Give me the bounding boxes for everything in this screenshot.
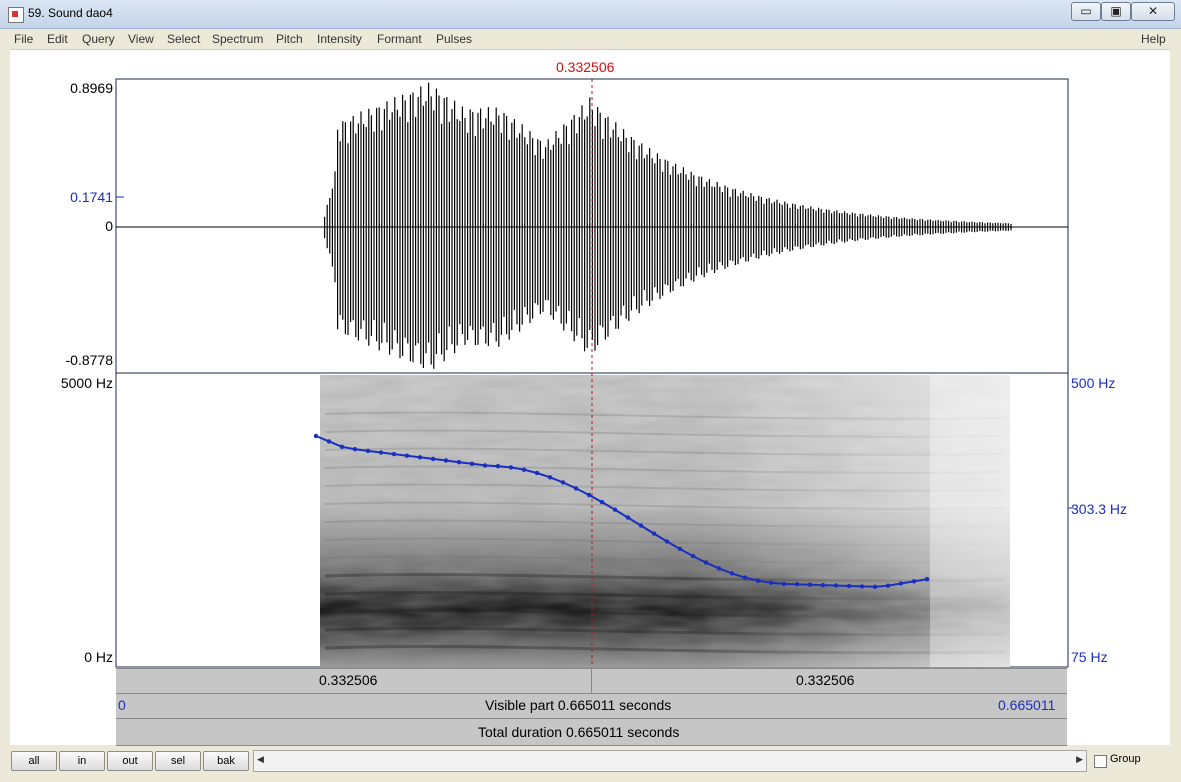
pitch-point bbox=[755, 578, 761, 583]
left-segment-duration[interactable]: 0.332506 bbox=[319, 672, 377, 688]
scroll-right-icon[interactable]: ▶ bbox=[1076, 754, 1083, 765]
right-segment-duration[interactable]: 0.332506 bbox=[796, 672, 854, 688]
waveform-zero-label: 0 bbox=[105, 218, 113, 234]
pitch-point bbox=[534, 470, 540, 476]
scroll-left-icon[interactable]: ◀ bbox=[257, 754, 264, 765]
pitch-point bbox=[560, 480, 566, 485]
pitch-top-label: 500 Hz bbox=[1071, 375, 1116, 391]
pitch-point bbox=[456, 460, 462, 465]
cursor-time-label: 0.332506 bbox=[556, 59, 615, 75]
visible-end-time: 0.665011 bbox=[998, 697, 1056, 713]
zoom-all-button[interactable]: all bbox=[11, 751, 57, 771]
group-checkbox[interactable] bbox=[1094, 755, 1107, 768]
pitch-point bbox=[495, 464, 501, 469]
total-duration-bar[interactable]: Total duration 0.665011 seconds bbox=[116, 718, 1067, 746]
pitch-point bbox=[768, 580, 774, 585]
spectrogram-top-label: 5000 Hz bbox=[60, 375, 113, 391]
pitch-point bbox=[313, 433, 319, 439]
pitch-point bbox=[365, 448, 371, 454]
pitch-point bbox=[391, 451, 397, 457]
zoom-in-button[interactable]: in bbox=[59, 751, 105, 771]
pitch-mid-label: 303.3 Hz bbox=[1071, 501, 1128, 517]
pitch-point bbox=[716, 566, 722, 571]
pitch-point bbox=[846, 583, 852, 589]
spectrogram-fade bbox=[320, 375, 1010, 667]
pitch-point bbox=[573, 486, 579, 491]
pitch-point bbox=[521, 467, 527, 472]
pitch-point bbox=[586, 492, 592, 498]
pitch-point bbox=[482, 463, 488, 468]
pitch-point bbox=[898, 581, 904, 586]
pitch-point bbox=[443, 458, 449, 463]
pitch-point bbox=[378, 450, 384, 455]
spectrogram-bottom-label: 0 Hz bbox=[84, 649, 113, 665]
pitch-point bbox=[638, 523, 644, 528]
pitch-point bbox=[794, 582, 800, 587]
pitch-point bbox=[729, 571, 735, 576]
pitch-point bbox=[833, 583, 839, 588]
visible-start-time: 0 bbox=[118, 697, 126, 713]
total-duration-label[interactable]: Total duration 0.665011 seconds bbox=[478, 724, 679, 740]
visible-part-bar[interactable]: 0 Visible part 0.665011 seconds 0.665011 bbox=[116, 693, 1067, 718]
waveform-min-label: -0.8778 bbox=[65, 352, 113, 368]
pitch-bottom-label: 75 Hz bbox=[1071, 649, 1108, 665]
zoom-selection-button[interactable]: sel bbox=[155, 751, 201, 771]
pitch-point bbox=[651, 531, 657, 536]
zoom-out-button[interactable]: out bbox=[107, 751, 153, 771]
pitch-point bbox=[820, 582, 826, 588]
sound-display[interactable] bbox=[0, 0, 1181, 782]
pitch-point bbox=[885, 583, 891, 588]
pitch-point bbox=[781, 581, 787, 587]
pitch-point bbox=[547, 475, 553, 480]
pitch-point bbox=[352, 447, 358, 452]
visible-part-label[interactable]: Visible part 0.665011 seconds bbox=[485, 697, 671, 713]
pitch-point bbox=[690, 553, 696, 559]
pitch-point bbox=[417, 455, 423, 460]
pitch-point bbox=[404, 453, 410, 458]
pitch-point bbox=[326, 439, 332, 444]
pitch-point bbox=[430, 456, 436, 462]
pitch-point bbox=[625, 515, 631, 520]
group-label: Group bbox=[1110, 753, 1141, 765]
pitch-point bbox=[599, 499, 605, 505]
pitch-point bbox=[469, 461, 475, 466]
pitch-point bbox=[677, 546, 683, 552]
waveform-max-label: 0.8969 bbox=[70, 80, 113, 96]
selection-bar[interactable]: 0.332506 0.332506 bbox=[116, 668, 1067, 693]
pitch-point bbox=[339, 444, 345, 449]
pitch-point bbox=[612, 507, 618, 512]
pitch-point bbox=[911, 579, 917, 584]
pitch-point bbox=[703, 560, 709, 565]
pitch-point bbox=[664, 539, 670, 544]
waveform-cursor-label: 0.1741 bbox=[70, 189, 113, 205]
selection-divider bbox=[591, 669, 592, 693]
pitch-point bbox=[508, 465, 514, 470]
pitch-point bbox=[924, 577, 930, 582]
pitch-point bbox=[872, 584, 878, 589]
time-scrollbar[interactable]: ◀ ▶ bbox=[253, 750, 1087, 772]
pitch-point bbox=[742, 575, 748, 580]
pitch-point bbox=[859, 584, 865, 589]
spectrogram-tail bbox=[930, 375, 1010, 667]
zoom-back-button[interactable]: bak bbox=[203, 751, 249, 771]
bottom-toolbar: all in out sel bak ◀ ▶ Group bbox=[0, 746, 1181, 782]
pitch-point bbox=[807, 582, 813, 587]
